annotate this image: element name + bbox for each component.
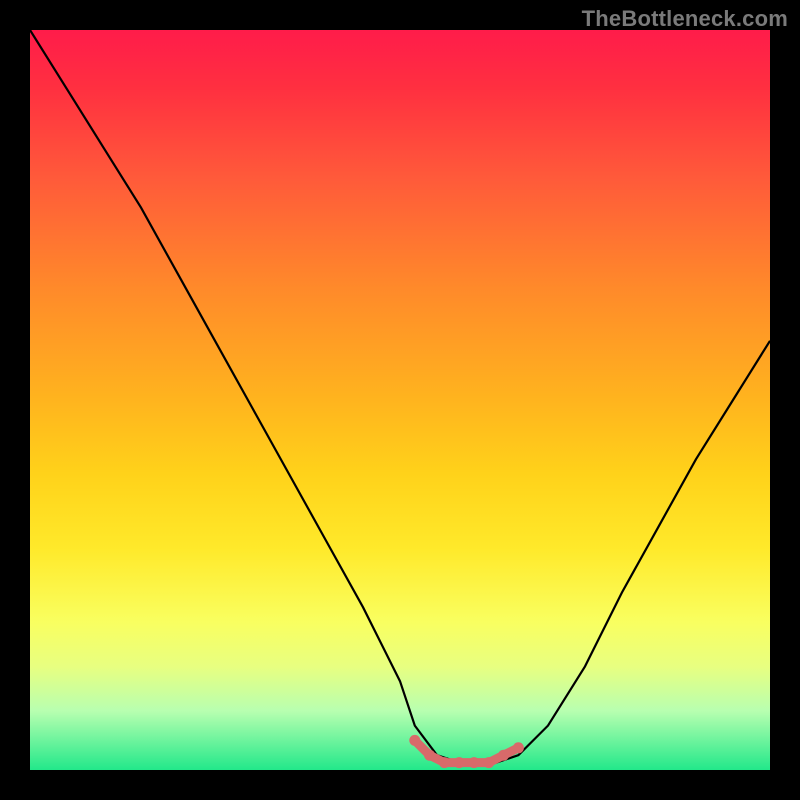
bottleneck-curve: [30, 30, 770, 763]
trough-marker: [454, 757, 465, 768]
watermark-text: TheBottleneck.com: [582, 6, 788, 32]
curve-svg: [30, 30, 770, 770]
trough-marker: [483, 757, 494, 768]
trough-marker: [498, 750, 509, 761]
trough-marker: [513, 742, 524, 753]
plot-area: [30, 30, 770, 770]
trough-marker: [439, 757, 450, 768]
trough-marker: [469, 757, 480, 768]
chart-container: TheBottleneck.com: [0, 0, 800, 800]
trough-marker: [409, 735, 420, 746]
trough-marker: [424, 750, 435, 761]
